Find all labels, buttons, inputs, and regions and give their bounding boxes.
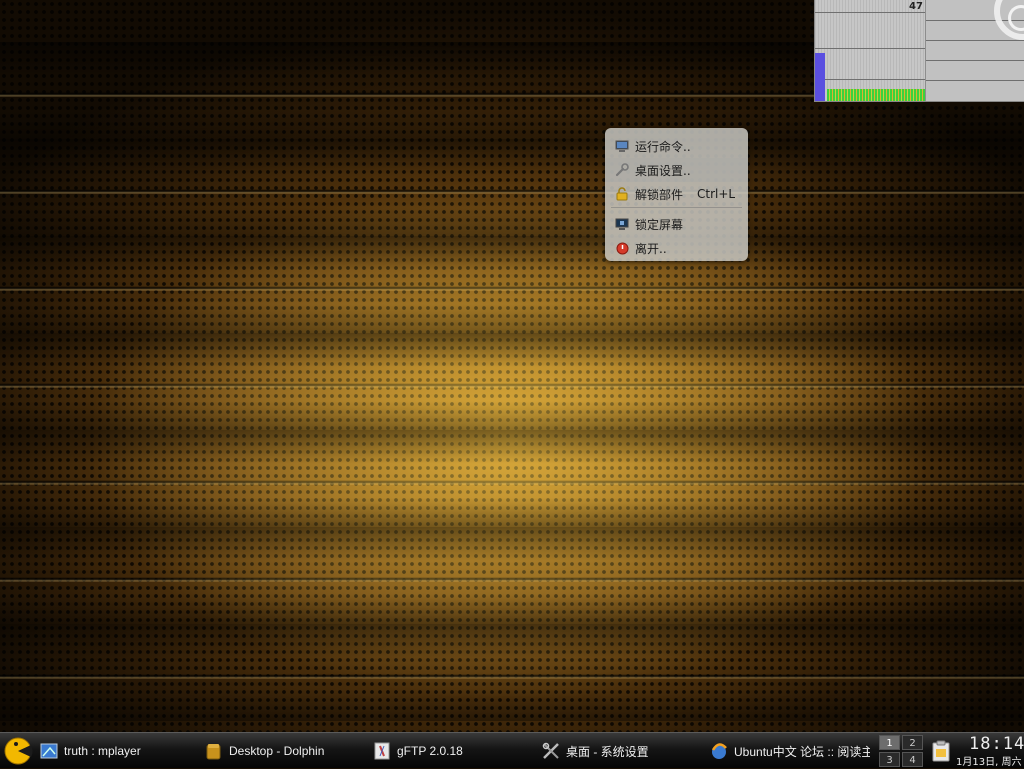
graph-gridline [926,60,1024,61]
desktop-context-menu: 运行命令.. 桌面设置.. 解锁部件 Ctrl+L 锁定屏幕 离开.. [605,128,748,261]
task-label: 桌面 - 系统设置 [566,744,649,759]
menu-separator [611,207,742,211]
clipboard-icon[interactable] [931,740,951,762]
menu-item-run-command[interactable]: 运行命令.. [605,134,748,158]
graph-gridline [926,80,1024,81]
task-ubuntu-forum-browser[interactable]: Ubuntu中文 论坛 :: 阅读主 [710,736,870,766]
menu-item-lock-screen[interactable]: 锁定屏幕 [605,212,748,236]
network-activity-bars [827,89,925,101]
pager-desktop-1[interactable]: 1 [879,735,900,750]
system-monitor-widget[interactable]: 47 [814,0,1024,102]
terminal-icon [615,139,629,153]
cpu-usage-bar [815,53,825,101]
task-label: Ubuntu中文 论坛 :: 阅读主 [734,744,870,759]
wallpaper-slat [0,333,1024,430]
task-label: Desktop - Dolphin [229,744,325,758]
pager-desktop-3[interactable]: 3 [879,752,900,767]
menu-item-unlock-widgets[interactable]: 解锁部件 Ctrl+L [605,182,748,206]
memory-graph [926,0,1024,101]
wallpaper-slat [0,624,1024,721]
task-gftp[interactable]: gFTP 2.0.18 [373,736,523,766]
clock-time: 18:14 [969,734,1024,754]
menu-item-label: 离开.. [635,241,667,256]
wallpaper-slat [0,430,1024,527]
task-system-settings[interactable]: 桌面 - 系统设置 [542,736,697,766]
power-icon [615,241,629,255]
cpu-network-graph: 47 [815,0,926,101]
menu-item-label: 运行命令.. [635,139,691,154]
lock-icon [615,187,629,201]
graph-gridline [815,12,925,13]
task-desktop-dolphin[interactable]: Desktop - Dolphin [205,736,355,766]
launcher-icon [4,737,33,765]
tools-icon [542,742,559,759]
application-launcher-button[interactable] [3,736,33,766]
window-icon [40,743,58,759]
task-label: truth : mplayer [64,744,141,758]
folder-icon [206,744,221,760]
task-label: gFTP 2.0.18 [397,744,463,758]
task-truth-mplayer[interactable]: truth : mplayer [40,736,190,766]
graph-gridline [815,48,925,49]
desktop-wallpaper[interactable] [0,0,1024,732]
digital-clock[interactable]: 18:14 1月13日, 周六 [953,734,1024,768]
wallpaper-slat [0,236,1024,333]
virtual-desktop-pager: 1 2 3 4 [879,734,925,768]
menu-item-label: 解锁部件 [635,187,684,202]
pager-desktop-4[interactable]: 4 [902,752,923,767]
wallpaper-slat [0,139,1024,236]
graph-gridline [815,79,925,80]
taskbar: truth : mplayer Desktop - Dolphin gFTP 2… [0,732,1024,768]
menu-item-desktop-settings[interactable]: 桌面设置.. [605,158,748,182]
wrench-icon [615,163,629,177]
menu-item-label: 锁定屏幕 [635,217,684,232]
browser-icon [711,743,727,759]
graph-gridline [926,40,1024,41]
monitor-lock-icon [615,217,629,231]
menu-item-label: 桌面设置.. [635,163,691,178]
clock-date: 1月13日, 周六 [956,757,1022,768]
menu-item-shortcut: Ctrl+L [697,187,736,201]
wallpaper-slat [0,527,1024,624]
pager-desktop-2[interactable]: 2 [902,735,923,750]
monitor-value: 47 [909,1,923,12]
ftp-icon [374,742,390,760]
menu-item-leave[interactable]: 离开.. [605,236,748,260]
